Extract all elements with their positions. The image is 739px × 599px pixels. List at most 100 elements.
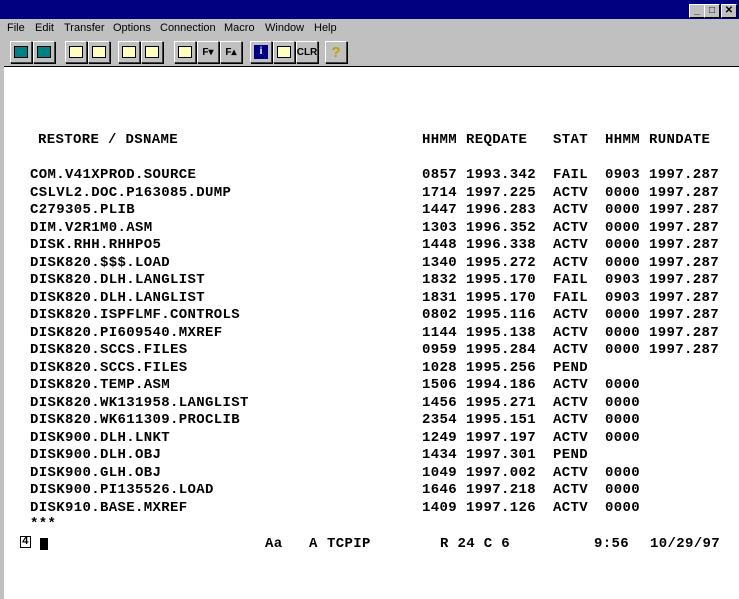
cell-reqdate: 1997.218	[466, 482, 537, 498]
cell-hhmm: 1049	[422, 464, 458, 481]
display-button[interactable]	[10, 41, 32, 63]
cell-dsname: DISK820.SCCS.FILES	[30, 342, 188, 358]
cell-rundate: 1997.287	[649, 289, 720, 306]
display-icon	[14, 46, 28, 58]
send-file-button[interactable]	[118, 41, 140, 63]
cell-stat: ACTV	[553, 324, 589, 341]
cell-reqdate: 1997.126	[466, 499, 537, 516]
cell-run-hhmm: 0903	[605, 167, 641, 183]
cell-reqdate: 1996.338	[466, 237, 537, 253]
cell-run-hhmm: 0000	[605, 307, 641, 323]
menu-transfer[interactable]: Transfer	[64, 22, 105, 34]
font-up-button[interactable]: F▴	[220, 41, 242, 63]
cell-stat: ACTV	[553, 394, 589, 411]
paste-button[interactable]	[88, 41, 110, 63]
cell-stat: PEND	[553, 359, 589, 376]
table-row: DISK820.DLH.LANGLIST 1832 1995.170 FAIL 0903…	[4, 272, 739, 289]
cell-stat: ACTV	[553, 202, 589, 218]
table-row: DISK820.ISPFLMF.CONTROLS 0802 1995.116 ACTV…	[4, 307, 739, 324]
cell-hhmm: 1456	[422, 394, 458, 411]
cell-dsname: DISK820.TEMP.ASM	[30, 377, 171, 393]
clear-button[interactable]: CLR	[296, 41, 318, 63]
clock-time: 9:56	[594, 536, 630, 552]
cell-stat: ACTV	[553, 464, 589, 481]
printer-setup-button[interactable]	[174, 41, 196, 63]
close-button[interactable]: ✕	[721, 4, 737, 18]
cell-hhmm: 2354	[422, 412, 458, 428]
cell-dsname: DISK900.DLH.OBJ	[30, 447, 162, 463]
cell-rundate: 1997.287	[649, 184, 720, 201]
cell-stat: ACTV	[553, 412, 589, 428]
menu-options[interactable]: Options	[113, 22, 151, 34]
font-down-icon: F▾	[202, 46, 214, 58]
cursor-position: R 24 C 6	[440, 536, 511, 552]
minimize-button[interactable]: _	[689, 4, 705, 18]
font-down-button[interactable]: F▾	[197, 41, 219, 63]
clear-icon: CLR	[296, 46, 318, 58]
cell-rundate: 1997.287	[649, 272, 720, 288]
table-row: DISK820.WK611309.PROCLIB 2354 1995.151 ACTV…	[4, 412, 739, 429]
maximize-button[interactable]: □	[704, 4, 720, 18]
menu-connection[interactable]: Connection	[160, 22, 216, 34]
table-row: CSLVL2.DOC.P163085.DUMP 1714 1997.225 ACTV 0…	[4, 185, 739, 202]
paste-icon	[92, 46, 106, 58]
title-bar: _ □ ✕	[0, 0, 739, 19]
header-hhmm: HHMM	[422, 132, 458, 148]
copy-icon	[69, 46, 83, 58]
cell-rundate: 1997.287	[649, 202, 720, 218]
print-button[interactable]	[33, 41, 55, 63]
cell-reqdate: 1997.225	[466, 184, 537, 201]
info-button[interactable]: i	[250, 41, 272, 63]
menu-bar: File Edit Transfer Options Connection Ma…	[0, 21, 739, 38]
table-row: DISK820.SCCS.FILES 1028 1995.256 PEND	[4, 360, 739, 377]
cell-reqdate: 1995.272	[466, 254, 537, 271]
cell-run-hhmm: 0903	[605, 272, 641, 288]
cell-stat: FAIL	[553, 289, 589, 306]
printer-setup-icon	[178, 46, 192, 58]
cell-rundate: 1997.287	[649, 342, 720, 358]
cell-stat: ACTV	[553, 377, 589, 393]
menu-edit[interactable]: Edit	[35, 22, 54, 34]
table-row: DISK900.DLH.OBJ 1434 1997.301 PEND	[4, 447, 739, 464]
cell-stat: ACTV	[553, 307, 589, 323]
cell-rundate: 1997.287	[649, 167, 720, 183]
cell-hhmm: 1831	[422, 289, 458, 306]
cell-rundate: 1997.287	[649, 219, 720, 236]
notes-button[interactable]	[273, 41, 295, 63]
copy-button[interactable]	[65, 41, 87, 63]
help-button[interactable]: ?	[325, 41, 347, 63]
cell-dsname: DISK910.BASE.MXREF	[30, 499, 188, 516]
table-row: DISK900.PI135526.LOAD 1646 1997.218 ACTV 000…	[4, 482, 739, 499]
cell-reqdate: 1997.197	[466, 429, 537, 446]
cell-hhmm: 1249	[422, 429, 458, 446]
cell-reqdate: 1995.170	[466, 272, 537, 288]
mode-indicator: A	[309, 536, 318, 552]
cell-run-hhmm: 0000	[605, 184, 641, 201]
table-row: DISK900.DLH.LNKT 1249 1997.197 ACTV 0000	[4, 430, 739, 447]
cell-stat: ACTV	[553, 482, 589, 498]
cell-dsname: DISK820.PI609540.MXREF	[30, 324, 223, 341]
menu-window[interactable]: Window	[265, 22, 304, 34]
cell-run-hhmm: 0000	[605, 254, 641, 271]
cell-run-hhmm: 0903	[605, 289, 641, 306]
cell-rundate: 1997.287	[649, 254, 720, 271]
cell-stat: ACTV	[553, 254, 589, 271]
receive-file-button[interactable]	[141, 41, 163, 63]
menu-macro[interactable]: Macro	[224, 22, 255, 34]
menu-file[interactable]: File	[7, 22, 25, 34]
terminal-screen[interactable]: RESTORE / DSNAME HHMM REQDATE STAT HHMM …	[4, 66, 739, 599]
clock-date: 10/29/97	[650, 536, 721, 552]
toolbar: F▾ F▴ i CLR?	[0, 40, 739, 65]
cell-hhmm: 1434	[422, 447, 458, 463]
cell-reqdate: 1995.256	[466, 359, 537, 376]
menu-help[interactable]: Help	[314, 22, 337, 34]
font-up-icon: F▴	[225, 46, 237, 58]
cell-reqdate: 1995.284	[466, 342, 537, 358]
cell-run-hhmm: 0000	[605, 482, 641, 498]
cell-reqdate: 1997.301	[466, 447, 537, 463]
cell-hhmm: 0857	[422, 167, 458, 183]
cell-dsname: CSLVL2.DOC.P163085.DUMP	[30, 184, 232, 201]
table-row: DISK820.SCCS.FILES 0959 1995.284 ACTV 0000 19…	[4, 342, 739, 359]
end-marker: ***	[30, 516, 57, 532]
cell-reqdate: 1995.271	[466, 394, 537, 411]
